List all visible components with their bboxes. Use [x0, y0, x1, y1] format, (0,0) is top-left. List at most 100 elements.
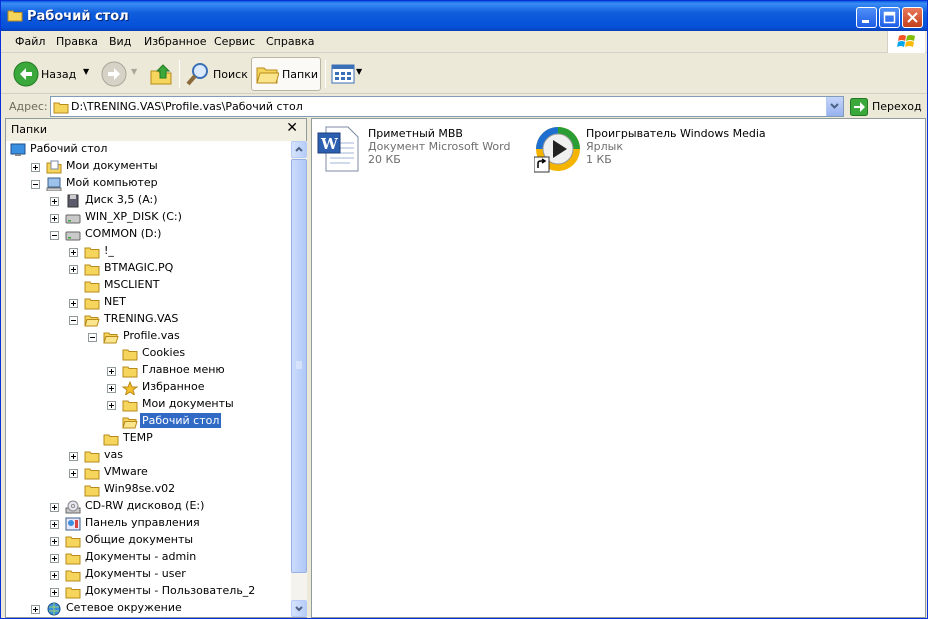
- expand-icon[interactable]: [107, 367, 116, 376]
- tree-item[interactable]: TRENING.VAS: [6, 312, 289, 329]
- expand-icon[interactable]: [50, 588, 59, 597]
- views-button[interactable]: ▼: [330, 58, 364, 90]
- menu-help[interactable]: Справка: [266, 35, 314, 48]
- tree-item[interactable]: VMware: [6, 465, 289, 482]
- expand-icon[interactable]: [50, 503, 59, 512]
- file-item[interactable]: W Приметный МВВ Документ Microsoft Word …: [316, 125, 516, 177]
- close-button[interactable]: [902, 7, 923, 28]
- forward-button[interactable]: ▼: [99, 58, 139, 90]
- title-bar[interactable]: Рабочий стол: [1, 1, 927, 31]
- tree-item[interactable]: COMMON (D:): [6, 227, 289, 244]
- cdrom-icon: [65, 500, 81, 514]
- tree-item-label: Мои документы: [142, 397, 234, 410]
- tree-item[interactable]: Избранное: [6, 380, 289, 397]
- tree-item[interactable]: Сетевое окружение: [6, 601, 289, 617]
- tree-item[interactable]: Документы - admin: [6, 550, 289, 567]
- address-dropdown[interactable]: [826, 97, 843, 116]
- collapse-icon[interactable]: [88, 333, 97, 342]
- expand-icon[interactable]: [50, 214, 59, 223]
- tree-item[interactable]: !_: [6, 244, 289, 261]
- tree-item[interactable]: vas: [6, 448, 289, 465]
- my-documents-icon: [46, 160, 62, 174]
- menu-view[interactable]: Вид: [109, 35, 131, 48]
- tree-item-label: BTMAGIC.PQ: [104, 261, 174, 274]
- folders-pane-header: Папки ✕: [6, 119, 306, 141]
- scroll-down-button[interactable]: [291, 600, 307, 617]
- tree-item[interactable]: Документы - user: [6, 567, 289, 584]
- go-arrow-icon: [850, 98, 868, 116]
- vertical-scrollbar[interactable]: [291, 141, 307, 617]
- collapse-icon[interactable]: [69, 316, 78, 325]
- expand-icon[interactable]: [31, 163, 40, 172]
- tree-item-label: Главное меню: [142, 363, 225, 376]
- tree-item[interactable]: CD-RW дисковод (E:): [6, 499, 289, 516]
- tree-item[interactable]: Win98se.v02: [6, 482, 289, 499]
- tree-item[interactable]: Мои документы: [6, 159, 289, 176]
- tree-item[interactable]: Profile.vas: [6, 329, 289, 346]
- go-button[interactable]: Переход: [849, 97, 925, 117]
- tree-item[interactable]: NET: [6, 295, 289, 312]
- expand-icon[interactable]: [50, 554, 59, 563]
- folder-icon: [65, 553, 81, 565]
- collapse-icon[interactable]: [50, 231, 59, 240]
- tree-item[interactable]: MSCLIENT: [6, 278, 289, 295]
- back-button[interactable]: Назад ▼: [11, 58, 91, 90]
- folder-icon: [65, 536, 81, 548]
- tree-item[interactable]: Cookies: [6, 346, 289, 363]
- tree-item[interactable]: Панель управления: [6, 516, 289, 533]
- star-icon: [122, 381, 138, 395]
- dropdown-arrow-icon: ▼: [131, 67, 138, 76]
- back-arrow-icon: [13, 61, 39, 87]
- folder-icon: [122, 366, 138, 378]
- menu-edit[interactable]: Правка: [56, 35, 98, 48]
- scroll-thumb[interactable]: [291, 159, 307, 573]
- tree-item-label: Общие документы: [85, 533, 194, 546]
- up-folder-button[interactable]: [147, 58, 175, 90]
- expand-icon[interactable]: [50, 537, 59, 546]
- tree-item[interactable]: Документы - Пользователь_2: [6, 584, 289, 601]
- folder-open-icon: [122, 417, 138, 429]
- tree-item[interactable]: BTMAGIC.PQ: [6, 261, 289, 278]
- scroll-up-button[interactable]: [291, 141, 307, 158]
- collapse-icon[interactable]: [31, 180, 40, 189]
- address-input[interactable]: D:\TRENING.VAS\Profile.vas\Рабочий стол: [50, 96, 844, 117]
- tree-item[interactable]: Мой компьютер: [6, 176, 289, 193]
- tree-item[interactable]: Главное меню: [6, 363, 289, 380]
- tree-item[interactable]: Рабочий стол: [6, 413, 289, 431]
- expand-icon[interactable]: [31, 605, 40, 614]
- tree-item[interactable]: WIN_XP_DISK (C:): [6, 210, 289, 227]
- expand-icon[interactable]: [69, 469, 78, 478]
- expand-icon[interactable]: [69, 265, 78, 274]
- expand-icon[interactable]: [107, 401, 116, 410]
- minimize-button[interactable]: [856, 7, 877, 28]
- expand-icon[interactable]: [107, 384, 116, 393]
- folders-button[interactable]: Папки: [251, 57, 321, 91]
- maximize-button[interactable]: [879, 7, 900, 28]
- expand-icon[interactable]: [69, 248, 78, 257]
- expand-icon[interactable]: [50, 520, 59, 529]
- close-icon: [907, 12, 918, 23]
- address-label: Адрес:: [9, 100, 48, 113]
- tree-item-label: NET: [104, 295, 126, 308]
- dropdown-arrow-icon[interactable]: ▼: [83, 67, 89, 76]
- menu-favorites[interactable]: Избранное: [144, 35, 206, 48]
- close-icon[interactable]: ✕: [286, 120, 298, 136]
- expand-icon[interactable]: [69, 452, 78, 461]
- tree-item-label: Win98se.v02: [104, 482, 176, 495]
- search-button[interactable]: Поиск: [184, 58, 248, 90]
- search-icon: [186, 63, 208, 86]
- menu-file[interactable]: Файл: [15, 35, 45, 48]
- tree-item[interactable]: Мои документы: [6, 397, 289, 414]
- menu-tools[interactable]: Сервис: [214, 35, 255, 48]
- expand-icon[interactable]: [69, 299, 78, 308]
- file-item[interactable]: Проигрыватель Windows Media Ярлык 1 КБ: [534, 125, 804, 177]
- tree-item-label: Панель управления: [85, 516, 200, 529]
- tree-item[interactable]: Рабочий стол: [6, 142, 289, 159]
- tree-item[interactable]: TEMP: [6, 431, 289, 448]
- tree-item[interactable]: Общие документы: [6, 533, 289, 550]
- tree-item-label: Cookies: [142, 346, 186, 359]
- expand-icon[interactable]: [50, 571, 59, 580]
- folder-open-icon: [84, 315, 100, 327]
- tree-item[interactable]: Диск 3,5 (A:): [6, 193, 289, 210]
- expand-icon[interactable]: [50, 197, 59, 206]
